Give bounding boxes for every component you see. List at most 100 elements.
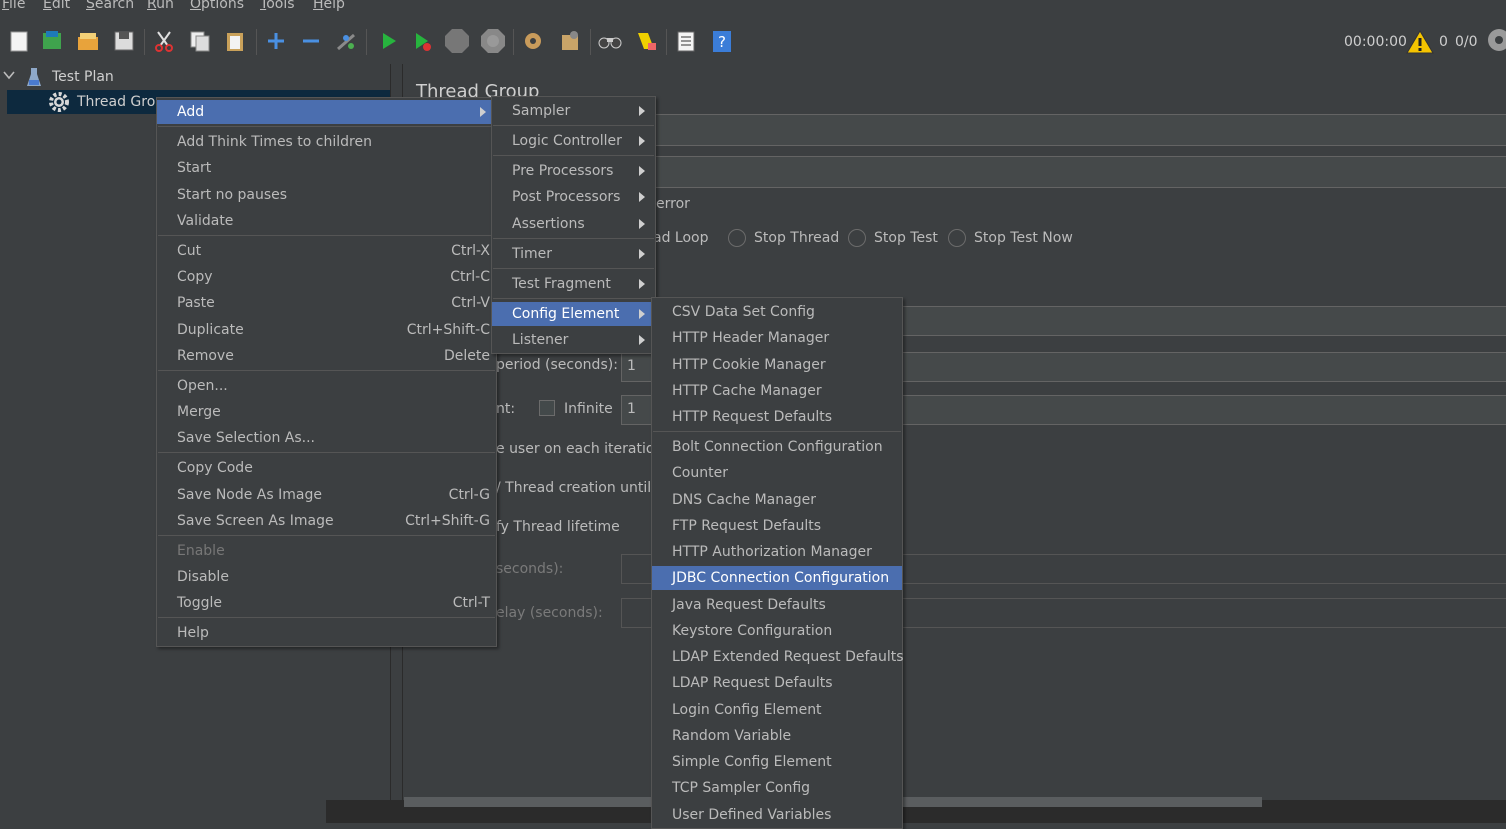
menu-item-copy[interactable]: Copy Ctrl-C	[157, 265, 496, 289]
submenu-post-processors[interactable]: Post Processors	[492, 185, 655, 209]
new-icon[interactable]	[5, 27, 33, 55]
stop-test-now-label: Stop Test Now	[974, 230, 1073, 246]
menu-file[interactable]: File	[2, 0, 25, 12]
infinite-label: Infinite	[564, 401, 613, 417]
stop-thread-label: Stop Thread	[754, 230, 840, 246]
menu-item-help[interactable]: Help	[157, 621, 496, 645]
open-icon[interactable]	[74, 27, 102, 55]
chevron-down-icon[interactable]	[3, 69, 15, 85]
menu-item-disable[interactable]: Disable	[157, 565, 496, 589]
function-helper-icon[interactable]	[672, 27, 700, 55]
tree-label-thread-group: Thread Grou	[77, 94, 165, 110]
tree-node-test-plan[interactable]: Test Plan	[0, 65, 390, 89]
submenu-test-fragment[interactable]: Test Fragment	[492, 272, 655, 296]
radio-stop-test-now[interactable]	[948, 229, 966, 247]
config-item-login-config[interactable]: Login Config Element	[652, 698, 902, 722]
config-item-simple-config[interactable]: Simple Config Element	[652, 750, 902, 774]
config-item-keystore-configuration[interactable]: Keystore Configuration	[652, 619, 902, 643]
menu-item-duplicate[interactable]: Duplicate Ctrl+Shift-C	[157, 318, 496, 342]
submenu-logic-controller[interactable]: Logic Controller	[492, 129, 655, 153]
help-icon[interactable]: ?	[708, 27, 736, 55]
config-item-user-defined-variables[interactable]: User Defined Variables	[652, 803, 902, 827]
templates-icon[interactable]	[38, 27, 66, 55]
chevron-right-icon	[639, 309, 645, 319]
start-icon[interactable]	[374, 27, 402, 55]
expand-all-icon[interactable]	[262, 27, 290, 55]
menu-help[interactable]: Help	[313, 0, 345, 12]
chevron-right-icon	[639, 136, 645, 146]
config-item-bolt-connection[interactable]: Bolt Connection Configuration	[652, 435, 902, 459]
stop-icon[interactable]	[443, 27, 471, 55]
config-item-ldap-request-defaults[interactable]: LDAP Request Defaults	[652, 671, 902, 695]
submenu-config-element[interactable]: Config Element	[492, 302, 655, 326]
menu-run[interactable]: Run	[147, 0, 174, 12]
config-item-csv-data-set[interactable]: CSV Data Set Config	[652, 300, 902, 324]
remote-engines-icon[interactable]	[1486, 27, 1506, 57]
config-item-ldap-extended-request-defaults[interactable]: LDAP Extended Request Defaults	[652, 645, 904, 669]
config-item-counter[interactable]: Counter	[652, 461, 902, 485]
submenu-assertions[interactable]: Assertions	[492, 212, 655, 236]
menu-item-toggle[interactable]: Toggle Ctrl-T	[157, 591, 496, 615]
submenu-listener[interactable]: Listener	[492, 328, 655, 352]
chevron-right-icon	[639, 249, 645, 259]
active-thread-count: 0/0	[1455, 34, 1478, 50]
svg-text:?: ?	[718, 33, 726, 51]
menu-item-cut[interactable]: Cut Ctrl-X	[157, 239, 496, 263]
collapse-all-icon[interactable]	[297, 27, 325, 55]
menu-item-enable: Enable	[177, 543, 225, 559]
menu-item-remove[interactable]: Remove Delete	[157, 344, 496, 368]
menu-tools[interactable]: Tools	[260, 0, 295, 12]
radio-stop-thread[interactable]	[728, 229, 746, 247]
binoculars-icon[interactable]	[596, 27, 624, 55]
menu-item-start-no-pauses[interactable]: Start no pauses	[157, 183, 496, 207]
submenu-sampler[interactable]: Sampler	[492, 99, 655, 123]
menu-item-save-screen-as-image[interactable]: Save Screen As Image Ctrl+Shift-G	[157, 509, 496, 533]
config-item-random-variable[interactable]: Random Variable	[652, 724, 902, 748]
start-next-loop-label: ad Loop	[653, 230, 709, 246]
menu-item-copy-code[interactable]: Copy Code	[157, 456, 496, 480]
menu-item-start[interactable]: Start	[157, 156, 496, 180]
menu-options[interactable]: Options	[190, 0, 244, 12]
config-item-java-request-defaults[interactable]: Java Request Defaults	[652, 593, 902, 617]
save-icon[interactable]	[110, 27, 138, 55]
config-item-jdbc-connection[interactable]: JDBC Connection Configuration	[652, 566, 902, 590]
menu-item-save-selection-as[interactable]: Save Selection As...	[157, 426, 496, 450]
elapsed-timer: 00:00:00	[1344, 34, 1407, 50]
menu-edit[interactable]: Edit	[43, 0, 70, 12]
submenu-timer[interactable]: Timer	[492, 242, 655, 266]
menu-item-merge[interactable]: Merge	[157, 400, 496, 424]
menu-item-add[interactable]: Add	[157, 100, 496, 124]
cut-icon[interactable]	[150, 27, 178, 55]
submenu-pre-processors[interactable]: Pre Processors	[492, 159, 655, 183]
menu-item-paste[interactable]: Paste Ctrl-V	[157, 291, 496, 315]
threads-field[interactable]	[901, 306, 1506, 336]
same-user-label: e user on each iteration	[496, 441, 664, 457]
reset-search-icon[interactable]	[632, 27, 660, 55]
toggle-icon[interactable]	[332, 27, 360, 55]
clear-icon[interactable]	[519, 27, 547, 55]
config-item-http-request-defaults[interactable]: HTTP Request Defaults	[652, 405, 902, 429]
warning-icon[interactable]	[1406, 29, 1434, 59]
start-no-pauses-icon[interactable]	[408, 27, 436, 55]
paste-icon[interactable]	[221, 27, 249, 55]
config-item-http-cache-manager[interactable]: HTTP Cache Manager	[652, 379, 902, 403]
menu-item-add-think-times[interactable]: Add Think Times to children	[157, 130, 496, 154]
menu-search[interactable]: Search	[86, 0, 134, 12]
config-item-http-cookie-manager[interactable]: HTTP Cookie Manager	[652, 353, 902, 377]
config-item-dns-cache-manager[interactable]: DNS Cache Manager	[652, 488, 902, 512]
toolbar: ? 00:00:00 0 0/0	[0, 17, 1506, 67]
menu-item-open[interactable]: Open...	[157, 374, 496, 398]
infinite-checkbox[interactable]	[539, 400, 555, 416]
gear-icon	[48, 91, 70, 117]
config-item-tcp-sampler-config[interactable]: TCP Sampler Config	[652, 776, 902, 800]
copy-icon[interactable]	[186, 27, 214, 55]
config-item-http-header-manager[interactable]: HTTP Header Manager	[652, 326, 902, 350]
radio-stop-test[interactable]	[848, 229, 866, 247]
menu-item-save-node-as-image[interactable]: Save Node As Image Ctrl-G	[157, 483, 496, 507]
shutdown-icon[interactable]	[479, 27, 507, 55]
config-item-http-authorization-manager[interactable]: HTTP Authorization Manager	[652, 540, 902, 564]
clear-all-icon[interactable]	[556, 27, 584, 55]
config-item-ftp-request-defaults[interactable]: FTP Request Defaults	[652, 514, 902, 538]
chevron-right-icon	[639, 192, 645, 202]
menu-item-validate[interactable]: Validate	[157, 209, 496, 233]
